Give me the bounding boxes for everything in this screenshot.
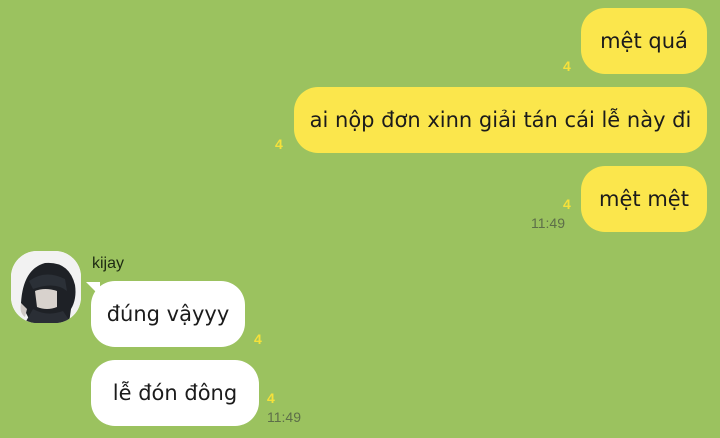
unread-count: 4 [275,136,283,152]
message-text: đúng vậyyy [106,302,230,326]
message-text: mệt quá [600,29,688,53]
message-text: ai nộp đơn xinn giải tán cái lễ này đi [309,108,692,132]
message-timestamp: 11:49 [267,409,301,425]
message-text: mệt mệt [599,187,689,211]
unread-count: 4 [267,390,275,406]
outgoing-message-bubble[interactable]: mệt quá [581,8,707,74]
incoming-message-bubble[interactable]: đúng vậyyy [91,281,245,347]
avatar[interactable] [11,251,81,323]
unread-count: 4 [563,196,571,212]
chat-window: mệt quá 4 ai nộp đơn xinn giải tán cái l… [0,0,720,438]
avatar-image [11,251,81,323]
unread-count: 4 [563,58,571,74]
message-text: lễ đón đông [112,381,238,405]
outgoing-message-bubble[interactable]: ai nộp đơn xinn giải tán cái lễ này đi [294,87,707,153]
outgoing-message-bubble[interactable]: mệt mệt [581,166,707,232]
message-timestamp: 11:49 [531,215,565,231]
sender-name: kijay [92,255,125,272]
unread-count: 4 [254,331,262,347]
incoming-message-bubble[interactable]: lễ đón đông [91,360,259,426]
